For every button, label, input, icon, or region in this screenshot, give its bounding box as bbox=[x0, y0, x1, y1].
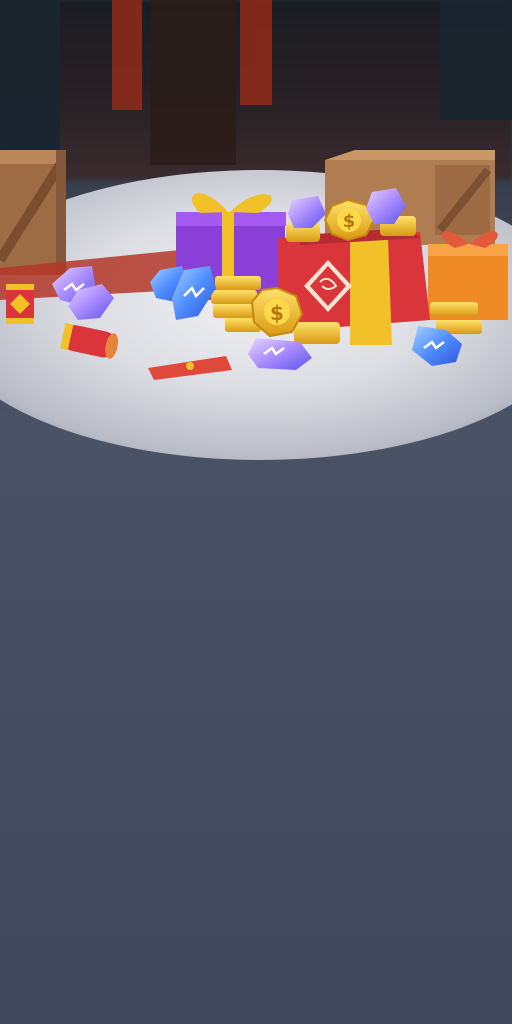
game-scene: $ $ bbox=[0, 0, 512, 1024]
scene-art: $ $ bbox=[0, 0, 512, 380]
firecracker-icon bbox=[6, 284, 34, 324]
left-wooden-crate-icon bbox=[0, 150, 66, 275]
gold-coin-icon bbox=[294, 322, 340, 344]
red-envelope-icon bbox=[148, 356, 232, 380]
firecracker-icon bbox=[60, 322, 119, 359]
dollar-coin-icon: $ bbox=[323, 198, 376, 242]
background-pillars bbox=[0, 0, 512, 165]
svg-text:$: $ bbox=[270, 301, 284, 325]
svg-text:$: $ bbox=[343, 211, 356, 232]
gem-icon bbox=[150, 266, 216, 320]
gem-icon bbox=[288, 196, 326, 228]
